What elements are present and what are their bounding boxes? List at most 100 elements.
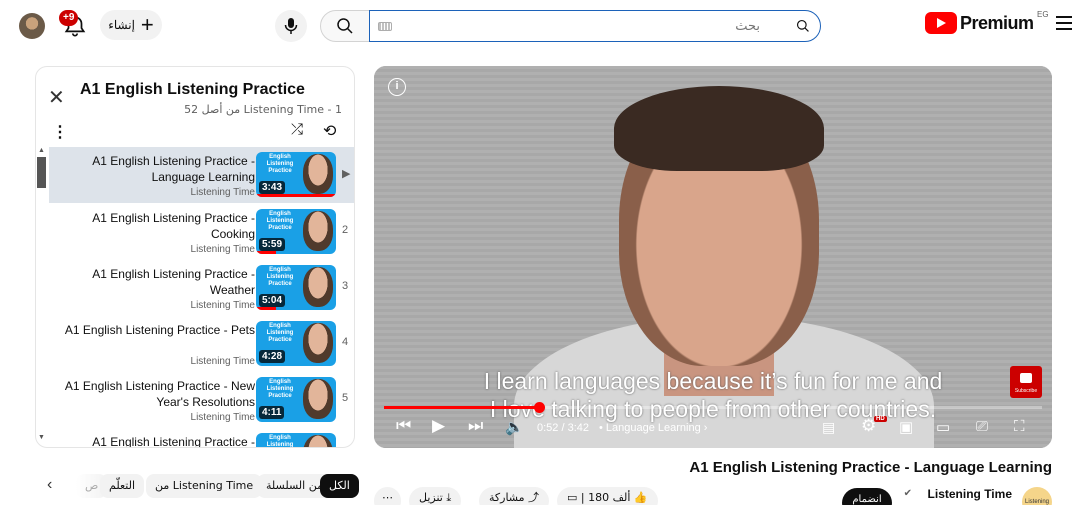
playlist-item-title: A1 English Listening Practice - Weather xyxy=(92,267,255,297)
player-controls: ⏮ ▶ ⏭ 🔈 0:52 / 3:42 • Language Learning … xyxy=(374,414,1052,444)
watch-progress xyxy=(256,251,276,254)
playlist-item-index: 3 xyxy=(342,280,349,292)
fullscreen-icon[interactable]: ⛶ xyxy=(1014,418,1025,435)
playlist-item-title: A1 English Listening Practice - xyxy=(92,435,255,448)
search-box[interactable] xyxy=(369,10,821,42)
playlist-item-title: A1 English Listening Practice - Language… xyxy=(92,154,255,184)
duration-badge: 3:43 xyxy=(259,181,286,194)
playlist-item-index: 5 xyxy=(342,392,349,404)
logo-text: Premium xyxy=(960,12,1034,33)
channel-avatar[interactable]: Listening xyxy=(1022,487,1052,505)
search-input[interactable] xyxy=(400,11,760,41)
thumbnail: English Listening Practice 4:28 xyxy=(256,321,336,366)
volume-icon[interactable]: 🔈 xyxy=(505,418,524,436)
channel-row: انضمام ✔ Listening Time Listening xyxy=(830,484,1052,505)
playlist-item-index: 4 xyxy=(342,336,349,348)
hd-badge: HD xyxy=(874,416,887,422)
playlist-item[interactable]: A1 English Listening Practice - English … xyxy=(49,428,354,448)
user-avatar[interactable] xyxy=(19,13,45,39)
duration-badge: 4:28 xyxy=(259,350,286,363)
play-icon[interactable]: ▶ xyxy=(432,416,445,436)
shuffle-icon[interactable]: ⤮ xyxy=(291,121,303,138)
like-dislike-group[interactable]: ▭ | 180 ألف 👍 xyxy=(557,487,658,505)
more-actions-button[interactable]: ⋯ xyxy=(374,487,401,505)
playlist-item[interactable]: A1 English Listening Practice - Cooking … xyxy=(49,204,354,260)
search-icon xyxy=(337,18,353,34)
watch-progress xyxy=(256,194,336,197)
video-person-hair xyxy=(614,86,824,171)
microphone-icon xyxy=(284,18,298,34)
playlist-item[interactable]: A1 English Listening Practice - Language… xyxy=(49,147,354,203)
scrollbar-thumb[interactable] xyxy=(37,157,46,188)
playlist-title[interactable]: A1 English Listening Practice xyxy=(80,81,305,99)
share-button[interactable]: مشاركة ⤴ xyxy=(479,487,550,505)
thumbnail-face xyxy=(303,211,333,251)
more-vert-icon[interactable]: ⋮ xyxy=(52,122,68,142)
download-button[interactable]: تنزيل ⤓ xyxy=(409,487,462,505)
duration-badge: 5:59 xyxy=(259,238,286,251)
thumbnail-face xyxy=(303,379,333,419)
next-icon[interactable]: ⏭ xyxy=(468,416,483,436)
caption-line-1: I learn languages because it’s fun for m… xyxy=(483,368,943,394)
region-code: EG xyxy=(1037,10,1049,19)
youtube-premium-logo[interactable]: Premium xyxy=(925,12,1034,34)
playlist-item[interactable]: A1 English Listening Practice - Pets Lis… xyxy=(49,316,354,372)
channel-name[interactable]: Listening Time xyxy=(928,487,1012,501)
thumbnail-text: English Listening xyxy=(266,435,294,448)
video-player[interactable]: i I learn languages because it’s fun for… xyxy=(374,66,1052,448)
playlist-item-title: A1 English Listening Practice - New Year… xyxy=(64,379,255,409)
loop-icon[interactable]: ⟲ xyxy=(323,121,336,141)
chip-all[interactable]: الكل xyxy=(320,474,359,498)
playlist-item[interactable]: A1 English Listening Practice - New Year… xyxy=(49,372,354,428)
keyboard-icon[interactable] xyxy=(378,22,392,31)
progress-bar[interactable] xyxy=(384,402,1042,413)
create-button[interactable]: إنشاء + xyxy=(100,10,162,40)
cast-icon[interactable]: ⎚ xyxy=(976,418,988,435)
hamburger-menu-icon[interactable] xyxy=(1056,16,1072,30)
create-label: إنشاء xyxy=(108,18,135,32)
thumbnail: English Listening Practice 4:11 xyxy=(256,377,336,422)
playlist-item[interactable]: A1 English Listening Practice - Weather … xyxy=(49,260,354,316)
thumbnail-face xyxy=(303,267,333,307)
playlist-item-title: A1 English Listening Practice - Cooking xyxy=(92,211,255,241)
thumbnail: English Listening Practice 5:59 xyxy=(256,209,336,254)
thumbnail: English Listening Practice 3:43 xyxy=(256,152,336,197)
previous-icon[interactable]: ⏮ xyxy=(396,416,411,436)
playlist-item-title: A1 English Listening Practice - Pets xyxy=(64,323,255,337)
chip-from-channel[interactable]: من Listening Time xyxy=(146,474,263,498)
thumbnail-text: English Listening Practice xyxy=(266,211,294,231)
top-bar: +9 إنشاء + Premium EG xyxy=(0,0,1080,50)
youtube-play-icon xyxy=(925,12,957,34)
captions-icon[interactable]: ▤ xyxy=(822,419,835,436)
thumbnail: English Listening xyxy=(256,433,336,448)
download-label: تنزيل xyxy=(419,491,443,504)
thumbnail-text: English Listening Practice xyxy=(266,267,294,287)
scrubber-handle[interactable] xyxy=(533,402,545,413)
thumbnail-face xyxy=(303,154,333,194)
chip-learning[interactable]: التعلّم xyxy=(100,474,144,498)
playlist-subtitle: Listening Time - 1 من أصل 52 xyxy=(184,103,342,116)
scroll-down-arrow-icon[interactable]: ▼ xyxy=(38,434,45,441)
close-icon[interactable]: ✕ xyxy=(48,85,65,110)
search-button[interactable] xyxy=(320,10,370,42)
thumbnail: English Listening Practice 5:04 xyxy=(256,265,336,310)
join-button[interactable]: انضمام xyxy=(842,488,892,505)
playlist-item-channel: Listening Time xyxy=(190,244,255,255)
chapter-title[interactable]: • Language Learning › xyxy=(599,422,707,434)
notifications-badge: +9 xyxy=(59,10,79,26)
share-label: مشاركة xyxy=(489,491,525,504)
playlist-item-channel: Listening Time xyxy=(190,187,255,198)
watch-progress xyxy=(256,307,276,310)
voice-search-button[interactable] xyxy=(275,10,307,42)
subscribe-watermark[interactable]: Subscribe xyxy=(1010,366,1042,398)
chevron-left-icon[interactable]: ‹ xyxy=(47,476,52,494)
thumbnail-text: English Listening Practice xyxy=(266,379,294,399)
scroll-up-arrow-icon[interactable]: ▲ xyxy=(38,147,45,154)
like-count: 180 ألف xyxy=(588,491,631,504)
playlist-item-index: 2 xyxy=(342,224,349,236)
miniplayer-icon[interactable]: ▣ xyxy=(899,418,913,436)
theater-mode-icon[interactable]: ▭ xyxy=(936,418,950,436)
playlist-panel: ✕ A1 English Listening Practice Listenin… xyxy=(35,66,355,448)
duration-badge: 4:11 xyxy=(259,406,285,419)
info-icon[interactable]: i xyxy=(388,78,406,96)
